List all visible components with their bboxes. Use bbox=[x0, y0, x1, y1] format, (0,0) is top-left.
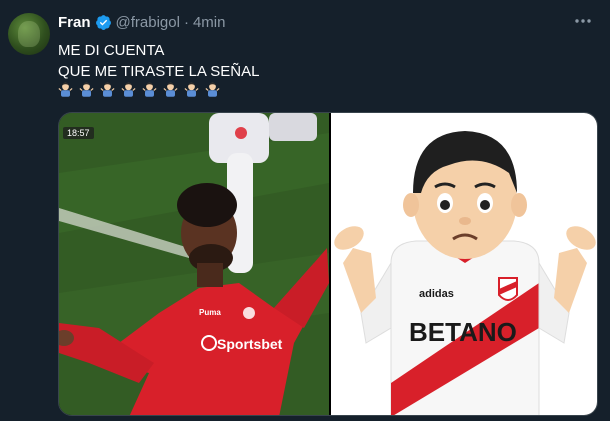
tweet-text-line: QUE ME TIRASTE LA SEÑAL bbox=[58, 63, 260, 80]
jersey-brand-left: Puma bbox=[199, 308, 221, 317]
person-shrugging-emoji bbox=[100, 82, 115, 97]
person-shrugging-emoji bbox=[79, 82, 94, 97]
jersey-sponsor-left: Sportsbet bbox=[217, 336, 283, 352]
header-separator: · bbox=[183, 13, 189, 31]
tweet-text: ME DI CUENTA QUE ME TIRASTE LA SEÑAL bbox=[58, 40, 259, 82]
avatar[interactable] bbox=[8, 13, 50, 55]
person-shrugging-emoji bbox=[184, 82, 199, 97]
soccer-player-photo[interactable]: Sportsbet Puma 18:57 bbox=[59, 113, 329, 415]
emoji-row bbox=[58, 82, 220, 97]
person-shrugging-emoji bbox=[205, 82, 220, 97]
tweet[interactable]: Fran @frabigol · 4min ME DI CUENTA QUE M… bbox=[0, 0, 610, 421]
person-shrugging-emoji bbox=[58, 82, 73, 97]
person-shrugging-emoji bbox=[163, 82, 178, 97]
author-name[interactable]: Fran bbox=[58, 14, 91, 31]
shrug-emoji-illustration: adidas BETANO bbox=[334, 131, 596, 415]
soccer-player-illustration: Sportsbet Puma bbox=[59, 113, 329, 415]
jersey-sponsor-right: BETANO bbox=[409, 317, 517, 347]
jersey-brand-right: adidas bbox=[419, 288, 454, 300]
video-timestamp-badge: 18:57 bbox=[63, 127, 94, 139]
tweet-media[interactable]: Sportsbet Puma 18:57 adidas BETANO bbox=[58, 112, 598, 416]
shrugging-man-river-plate-emoji[interactable]: adidas BETANO bbox=[331, 113, 597, 415]
tweet-header: Fran @frabigol · 4min bbox=[58, 12, 225, 32]
person-shrugging-emoji bbox=[142, 82, 157, 97]
verified-badge-icon bbox=[95, 14, 111, 30]
person-shrugging-emoji bbox=[121, 82, 136, 97]
tweet-text-line: ME DI CUENTA bbox=[58, 42, 165, 59]
tweet-time[interactable]: 4min bbox=[193, 14, 226, 31]
author-handle[interactable]: @frabigol bbox=[116, 14, 180, 31]
more-options-icon[interactable] bbox=[570, 12, 596, 30]
